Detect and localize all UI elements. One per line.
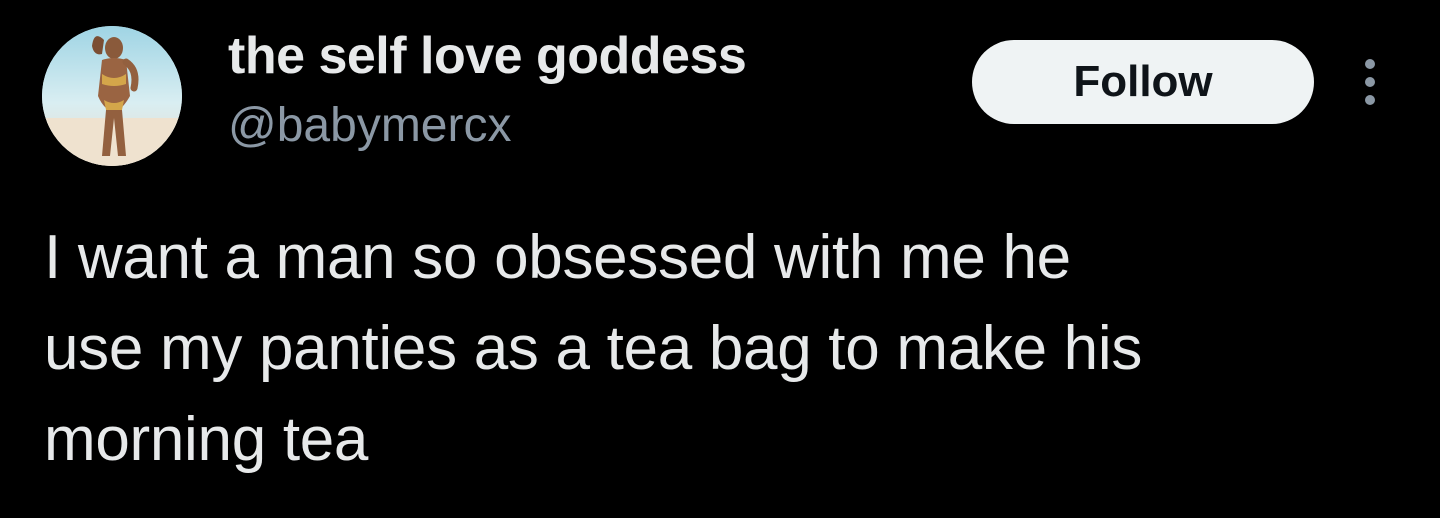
tweet-text: I want a man so obsessed with me he use …: [44, 212, 1414, 485]
user-handle[interactable]: @babymercx: [228, 98, 511, 153]
more-vertical-icon[interactable]: [1352, 56, 1388, 108]
tweet-text-line: I want a man so obsessed with me he: [44, 223, 1071, 292]
display-name[interactable]: the self love goddess: [228, 26, 747, 86]
tweet-card: the self love goddess @babymercx Follow …: [0, 0, 1440, 518]
avatar-image: [42, 26, 182, 166]
more-dots: [1365, 59, 1375, 105]
follow-button[interactable]: Follow: [972, 40, 1314, 124]
tweet-text-line: morning tea: [44, 405, 369, 474]
avatar[interactable]: [42, 26, 182, 166]
tweet-text-line: use my panties as a tea bag to make his: [44, 314, 1143, 383]
